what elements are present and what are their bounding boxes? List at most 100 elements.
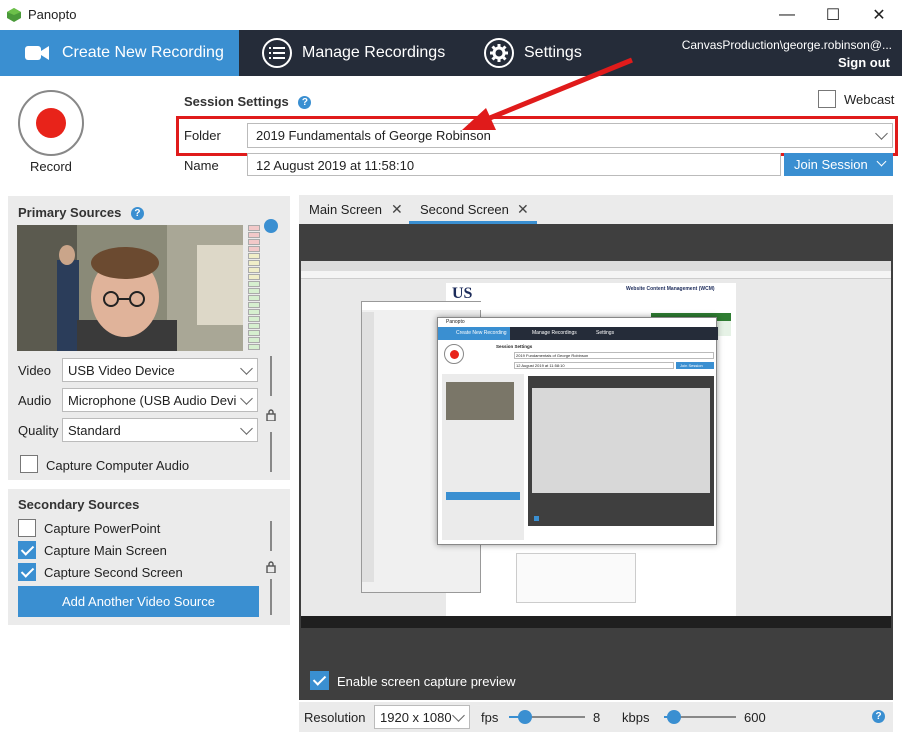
window-title: Panopto (28, 7, 77, 22)
primary-sources-heading: Primary Sources ? (18, 205, 144, 221)
quality-label: Quality (18, 423, 59, 438)
audio-level-segment (248, 260, 260, 266)
tab-manage-recordings[interactable]: Manage Recordings (262, 30, 445, 76)
capture-computer-audio-checkbox[interactable] (20, 455, 38, 473)
help-icon[interactable]: ? (872, 710, 885, 723)
fps-slider-handle[interactable] (518, 710, 532, 724)
lock-icon (266, 561, 276, 573)
audio-level-segment (248, 274, 260, 280)
maximize-button[interactable]: ☐ (810, 0, 856, 30)
capture-second-screen-label: Capture Second Screen (44, 565, 183, 580)
join-session-button[interactable]: Join Session (784, 153, 893, 176)
thumb-webcam (446, 382, 514, 420)
webcast-label: Webcast (844, 92, 895, 107)
tab-second-screen-label: Second Screen (420, 202, 509, 217)
resolution-select[interactable]: 1920 x 1080 (374, 705, 470, 729)
audio-level-segment (248, 281, 260, 287)
audio-level-meter (248, 225, 260, 351)
join-session-label: Join Session (794, 157, 868, 172)
screen-preview-area: US Website Content Management (WCM) Pano… (299, 224, 893, 700)
capture-main-screen-label: Capture Main Screen (44, 543, 167, 558)
session-settings-heading: Session Settings ? (184, 94, 312, 110)
kbps-slider-handle[interactable] (667, 710, 681, 724)
name-input[interactable]: 12 August 2019 at 11:58:10 (247, 153, 781, 176)
audio-level-segment (248, 302, 260, 308)
thumb-nav-tab: Create New Recording (456, 330, 507, 336)
volume-slider-handle[interactable] (264, 219, 278, 233)
record-label: Record (30, 159, 72, 174)
video-value: USB Video Device (68, 363, 175, 378)
thumb-editor-title (362, 302, 482, 310)
tab-create-new-recording[interactable]: Create New Recording (0, 30, 239, 76)
close-icon[interactable]: ✕ (517, 201, 529, 218)
tab-label: Manage Recordings (302, 44, 446, 61)
video-select[interactable]: USB Video Device (62, 358, 258, 382)
quality-select[interactable]: Standard (62, 418, 258, 442)
capture-second-screen-checkbox[interactable] (18, 563, 36, 581)
audio-select[interactable]: Microphone (USB Audio Devi (62, 388, 258, 412)
name-label: Name (184, 158, 219, 173)
chevron-down-icon (240, 392, 253, 405)
fps-value: 8 (593, 710, 601, 725)
thumb-nav-tab3: Settings (596, 330, 615, 336)
record-dot-icon (36, 108, 66, 138)
help-icon[interactable]: ? (298, 96, 312, 110)
secondary-slider-track[interactable] (270, 521, 272, 551)
record-button[interactable] (18, 90, 84, 156)
thumb-preview (528, 376, 714, 526)
thumb-name-value: 12 August 2019 at 11:58:10 (516, 363, 565, 368)
chevron-down-icon (240, 422, 253, 435)
add-video-source-button[interactable]: Add Another Video Source (18, 586, 259, 617)
volume-slider-track-lower[interactable] (270, 432, 272, 472)
close-button[interactable]: ✕ (856, 0, 902, 30)
thumb-enable-checkbox (534, 516, 539, 521)
list-icon (262, 38, 292, 68)
webcam-preview (17, 225, 243, 351)
chevron-down-icon (876, 156, 887, 167)
help-icon[interactable]: ? (130, 207, 144, 221)
audio-value: Microphone (USB Audio Devi (68, 393, 237, 408)
secondary-sources-panel: Secondary Sources Capture PowerPoint Cap… (8, 489, 290, 625)
tab-main-screen[interactable]: Main Screen (309, 195, 382, 224)
volume-slider-track[interactable] (270, 356, 272, 396)
title-bar: Panopto — ☐ ✕ (0, 0, 902, 30)
tab-second-screen[interactable]: Second Screen (420, 195, 509, 224)
secondary-slider-track-lower[interactable] (270, 579, 272, 615)
audio-level-segment (248, 323, 260, 329)
thumb-record-dot (450, 350, 459, 359)
screen-capture-thumbnail: US Website Content Management (WCM) Pano… (301, 261, 891, 659)
capture-main-screen-checkbox[interactable] (18, 541, 36, 559)
thumb-content-box (516, 553, 636, 603)
sign-out-link[interactable]: Sign out (838, 55, 890, 70)
thumb-add-button (446, 492, 520, 500)
thumb-session-title: Session Settings (496, 344, 533, 349)
audio-level-segment (248, 344, 260, 350)
panopto-logo-icon (7, 8, 21, 22)
kbps-value: 600 (744, 710, 766, 725)
secondary-sources-title: Secondary Sources (18, 497, 140, 512)
audio-level-segment (248, 246, 260, 252)
chevron-down-icon (240, 362, 253, 375)
webcast-checkbox[interactable] (818, 90, 836, 108)
thumb-panopto-window: Panopto Create New Recording Manage Reco… (437, 317, 718, 545)
audio-level-segment (248, 288, 260, 294)
close-icon[interactable]: ✕ (391, 201, 403, 218)
audio-level-segment (248, 295, 260, 301)
tab-main-screen-label: Main Screen (309, 202, 382, 217)
capture-powerpoint-checkbox[interactable] (18, 519, 36, 537)
enable-preview-checkbox[interactable] (310, 671, 329, 690)
thumb-join-label: Join Session (680, 363, 703, 368)
capture-powerpoint-label: Capture PowerPoint (44, 521, 161, 536)
audio-level-segment (248, 309, 260, 315)
camera-icon (25, 46, 49, 60)
fps-label: fps (481, 710, 499, 725)
audio-level-segment (248, 330, 260, 336)
enable-preview-label: Enable screen capture preview (337, 674, 516, 689)
resolution-value: 1920 x 1080 (380, 710, 452, 725)
thumb-folder-value: 2019 Fundamentals of George Robinson (516, 353, 589, 358)
capture-computer-audio-label: Capture Computer Audio (46, 458, 190, 473)
minimize-button[interactable]: — (764, 0, 810, 30)
capture-settings-bar: Resolution 1920 x 1080 fps 8 kbps 600 ? (299, 702, 893, 732)
add-video-source-label: Add Another Video Source (62, 594, 215, 609)
thumb-site-title: Website Content Management (WCM) (626, 286, 715, 292)
